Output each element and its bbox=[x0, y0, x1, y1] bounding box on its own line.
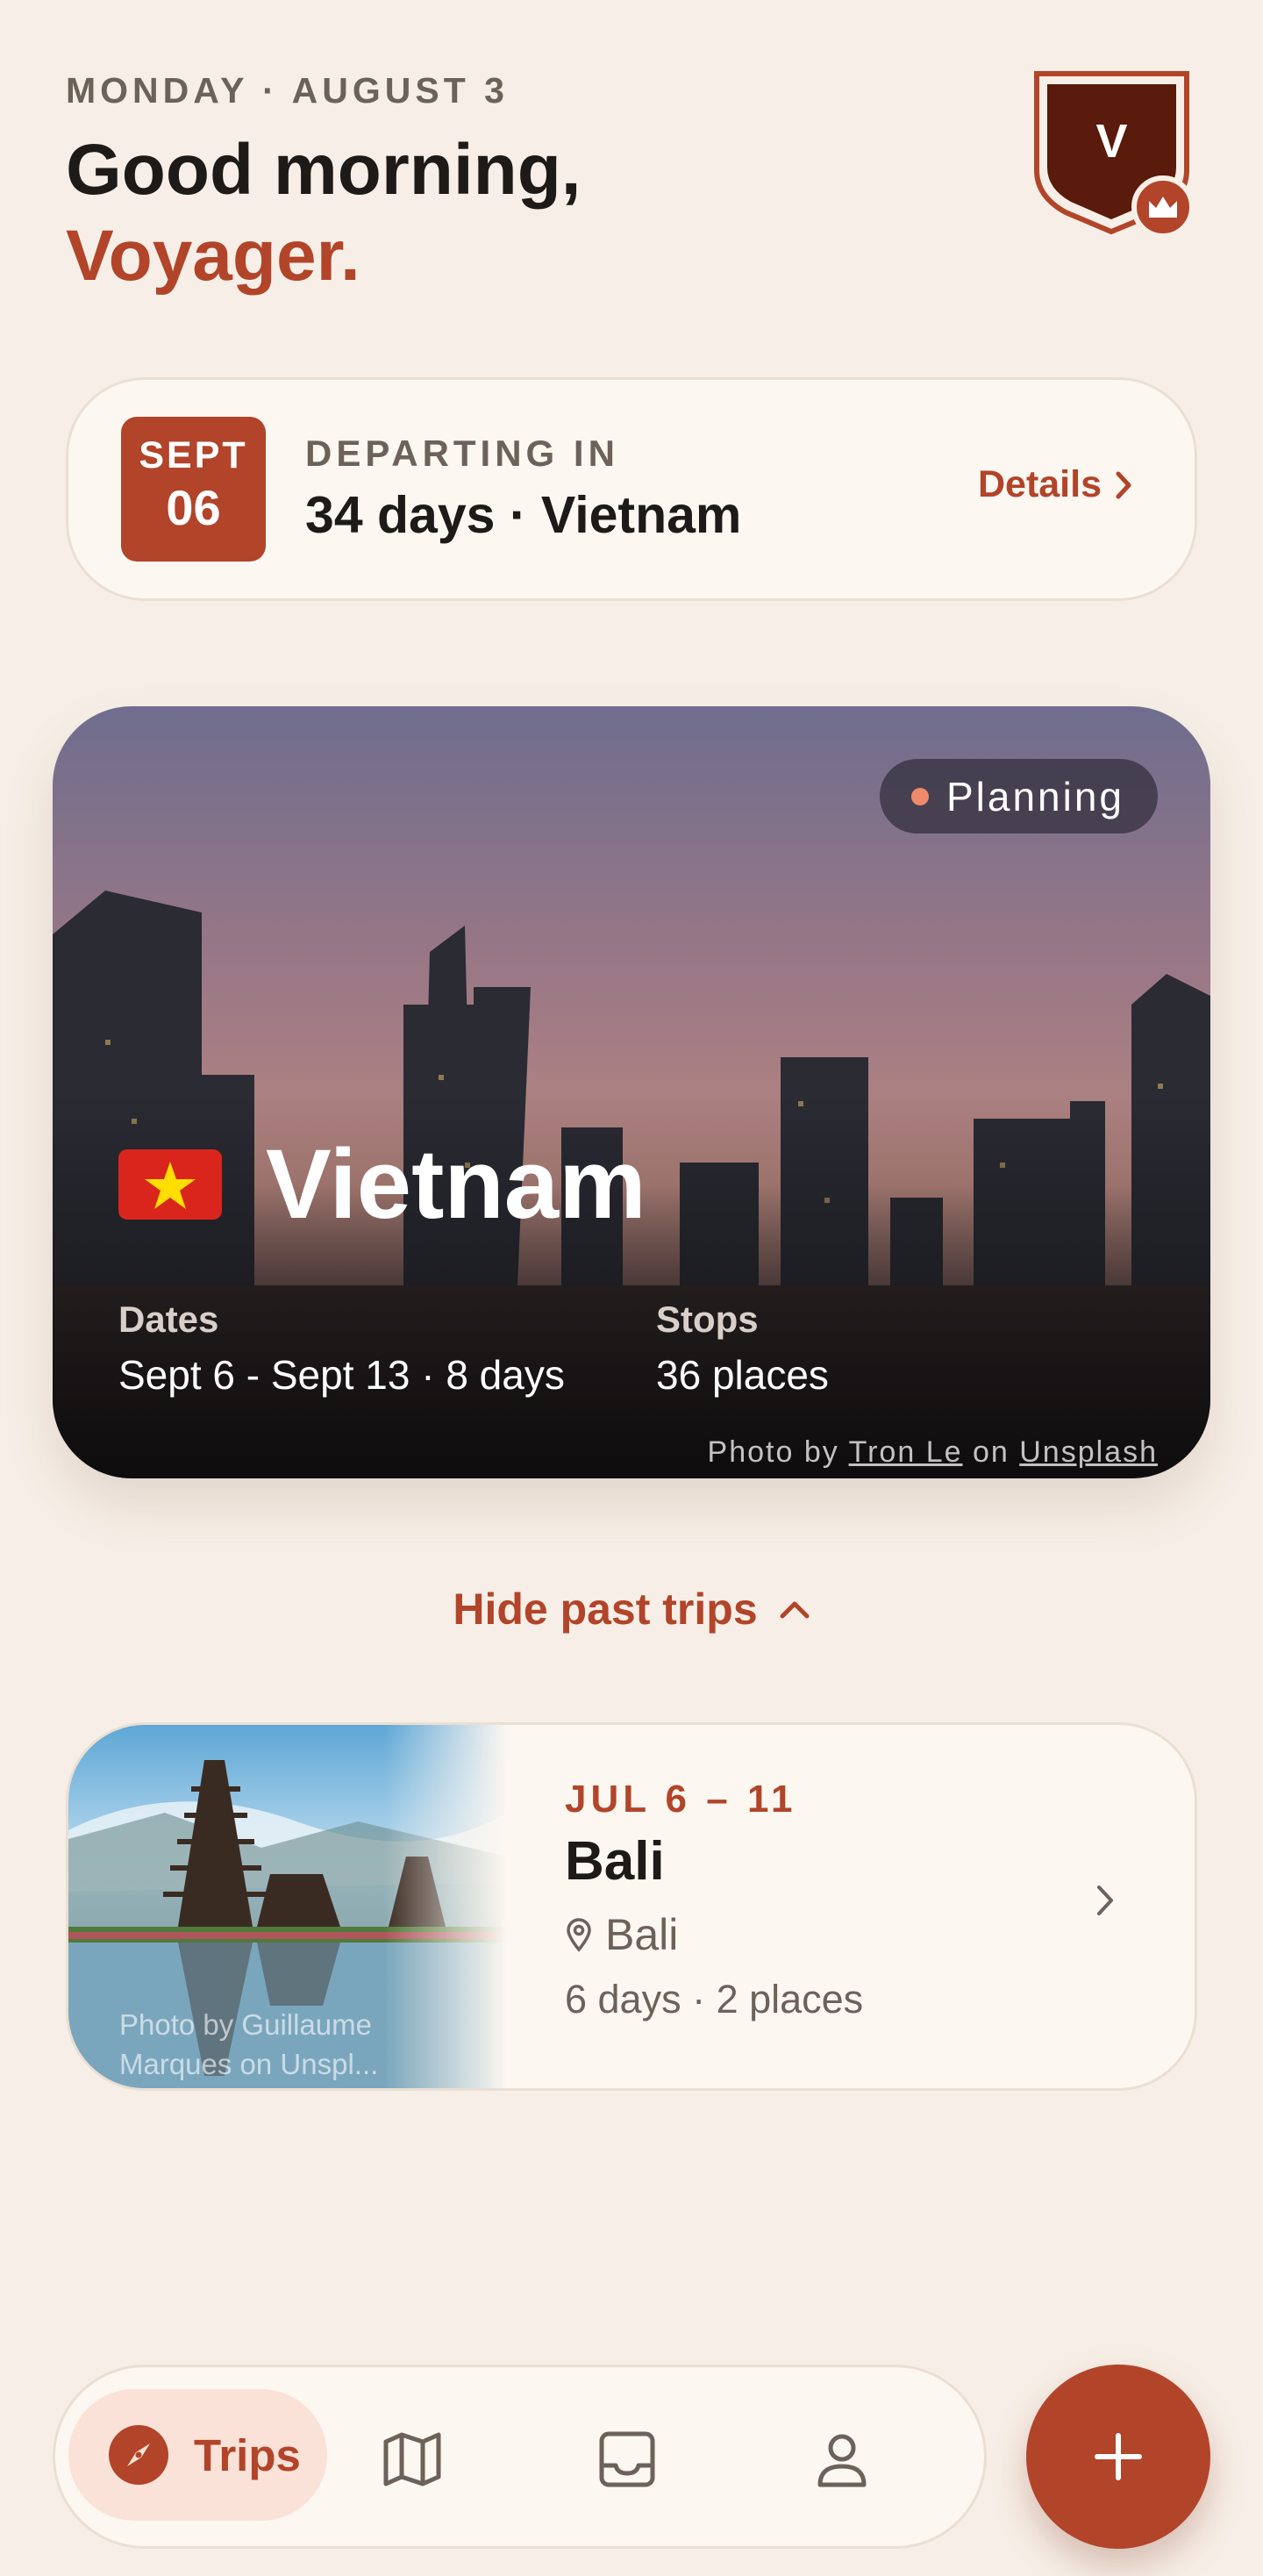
bottom-nav: Trips bbox=[53, 2365, 987, 2549]
featured-trip-card[interactable]: Planning Vietnam Dates Sept 6 - Sept 13 … bbox=[53, 706, 1210, 1478]
greeting: Good morning, Voyager. bbox=[66, 127, 582, 300]
photo-credit: Photo by Tron Le on Unsplash bbox=[708, 1435, 1158, 1470]
thumb-photo-credit: Photo by Guillaume Marques on Unspl... bbox=[119, 2008, 379, 2080]
credit-on: on bbox=[972, 1435, 1010, 1469]
crown-icon bbox=[1131, 175, 1195, 239]
trip-name: Vietnam bbox=[266, 1129, 646, 1239]
hide-past-trips-button[interactable]: Hide past trips bbox=[0, 1584, 1263, 1635]
countdown-card[interactable]: SEPT 06 DEPARTING IN 34 days · Vietnam D… bbox=[66, 377, 1197, 601]
location-label: Bali bbox=[605, 1910, 679, 1959]
status-label: Planning bbox=[945, 773, 1124, 819]
status-dot bbox=[910, 787, 929, 805]
nav-tab-trips[interactable]: Trips bbox=[68, 2389, 327, 2521]
calendar-day: 06 bbox=[166, 480, 221, 535]
stops-label: Stops bbox=[656, 1299, 759, 1340]
date-line: MONDAY · AUGUST 3 bbox=[66, 70, 509, 111]
status-badge: Planning bbox=[879, 759, 1158, 834]
compass-icon bbox=[109, 2425, 168, 2485]
details-label: Details bbox=[977, 463, 1102, 505]
person-icon[interactable] bbox=[810, 2427, 874, 2492]
calendar-month: SEPT bbox=[139, 434, 248, 476]
chevron-up-icon bbox=[780, 1601, 810, 1619]
credit-site-link[interactable]: Unsplash bbox=[1019, 1435, 1158, 1469]
user-name: Voyager. bbox=[66, 216, 360, 297]
map-pin-icon bbox=[567, 1918, 591, 1952]
map-icon[interactable] bbox=[380, 2427, 445, 2492]
details-link[interactable]: Details bbox=[978, 463, 1133, 506]
credit-author-link[interactable]: Tron Le bbox=[849, 1435, 963, 1469]
add-trip-button[interactable] bbox=[1026, 2365, 1210, 2549]
chevron-right-icon bbox=[1116, 471, 1131, 498]
chevron-right-icon[interactable] bbox=[1095, 1883, 1116, 1918]
trip-dates: JUL 6 – 11 bbox=[565, 1778, 797, 1821]
vietnam-flag-icon bbox=[118, 1148, 222, 1220]
departing-value: 34 days · Vietnam bbox=[305, 486, 742, 544]
trip-name: Bali bbox=[565, 1831, 665, 1892]
past-trip-card[interactable]: Photo by Guillaume Marques on Unspl... J… bbox=[66, 1722, 1197, 2091]
trip-meta: 6 days · 2 places bbox=[565, 1977, 864, 2021]
trip-title: Vietnam bbox=[118, 1127, 646, 1241]
plus-icon bbox=[1095, 2433, 1142, 2480]
home-screen: MONDAY · AUGUST 3 Good morning, Voyager.… bbox=[0, 0, 1263, 2576]
avatar-letter: V bbox=[1095, 115, 1128, 168]
nav-trips-label: Trips bbox=[194, 2429, 301, 2480]
calendar-badge: SEPT 06 bbox=[121, 417, 266, 562]
dates-value: Sept 6 - Sept 13 · 8 days bbox=[118, 1352, 565, 1398]
inbox-icon[interactable] bbox=[595, 2427, 660, 2492]
greeting-text: Good morning, bbox=[66, 130, 582, 210]
dates-label: Dates bbox=[118, 1299, 219, 1340]
departing-label: DEPARTING IN bbox=[305, 433, 619, 474]
toggle-label: Hide past trips bbox=[453, 1585, 758, 1634]
stops-value: 36 places bbox=[656, 1352, 829, 1398]
trip-location: Bali bbox=[565, 1909, 678, 1960]
credit-prefix: Photo by bbox=[707, 1435, 839, 1469]
